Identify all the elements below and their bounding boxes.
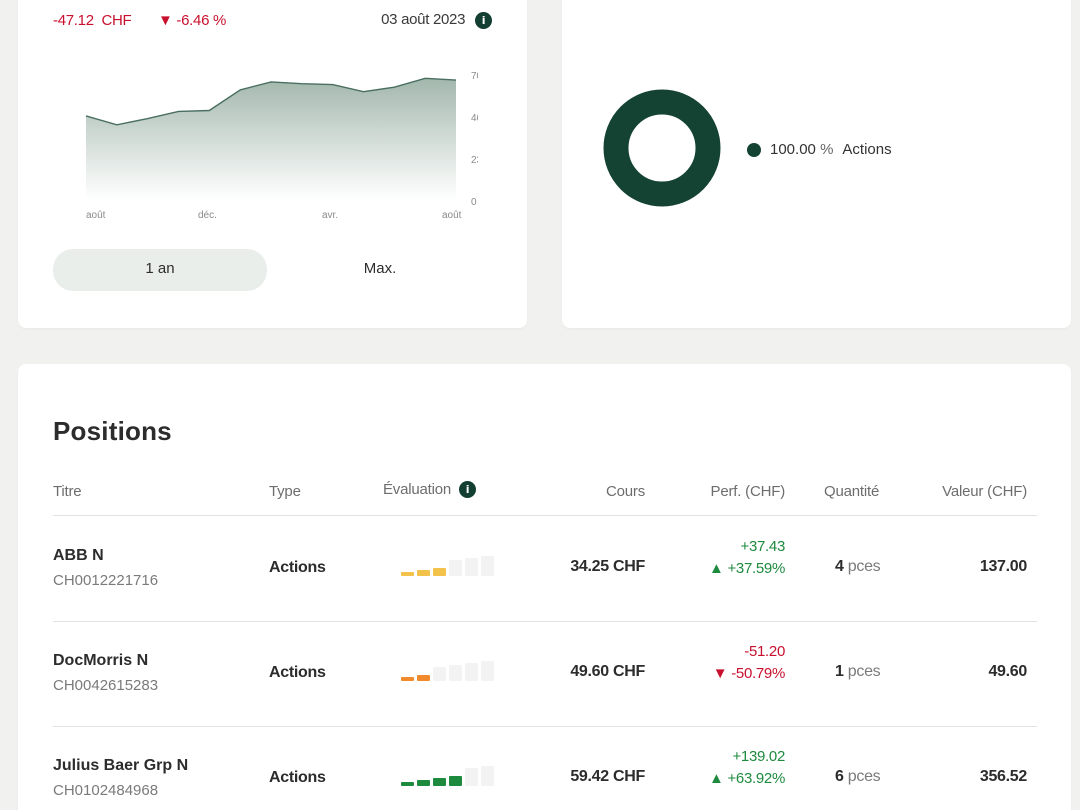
rating-bar-empty bbox=[481, 556, 494, 576]
column-header-type[interactable]: Type bbox=[269, 483, 301, 500]
rating-bar-empty bbox=[449, 665, 462, 681]
y-tick-label: 0 bbox=[471, 197, 477, 208]
info-icon[interactable]: i bbox=[459, 481, 477, 498]
rating-bar-filled bbox=[417, 780, 430, 786]
position-title-cell[interactable]: ABB N CH0012221716 bbox=[53, 547, 158, 589]
position-price: 49.60 CHF bbox=[570, 663, 645, 680]
position-name[interactable]: ABB N bbox=[53, 547, 158, 565]
row-divider bbox=[53, 726, 1037, 727]
position-quantity: 1 pces bbox=[835, 663, 881, 680]
position-value: 356.52 bbox=[979, 768, 1027, 785]
position-title-cell[interactable]: DocMorris N CH0042615283 bbox=[53, 652, 158, 694]
position-isin: CH0102484968 bbox=[53, 782, 159, 799]
position-perf: -51.20 ▼ -50.79% bbox=[712, 643, 786, 682]
y-tick-label: 235 bbox=[471, 155, 478, 166]
rating-bar-filled bbox=[417, 570, 430, 576]
change-percent: -6.46 % bbox=[176, 12, 227, 29]
allocation-legend-item: 100.00 % Actions bbox=[747, 141, 892, 158]
position-value: 49.60 bbox=[988, 663, 1027, 680]
position-type: Actions bbox=[269, 559, 326, 576]
date-label: 03 août 2023 bbox=[381, 11, 466, 28]
rating-bar-filled bbox=[401, 782, 414, 786]
position-price: 59.42 CHF bbox=[570, 768, 645, 785]
x-tick-label: avr. bbox=[322, 210, 338, 221]
change-amount: -47.12 bbox=[53, 12, 94, 29]
rating-bars bbox=[401, 556, 494, 576]
allocation-card: 100.00 % Actions bbox=[562, 0, 1071, 328]
rating-bars bbox=[401, 661, 494, 681]
allocation-donut bbox=[603, 89, 721, 207]
range-max-button[interactable]: Max. bbox=[273, 249, 487, 291]
rating-bars bbox=[401, 766, 494, 786]
position-type: Actions bbox=[269, 664, 326, 681]
rating-bar-empty bbox=[481, 661, 494, 681]
rating-bar-empty bbox=[433, 667, 446, 681]
rating-bar-empty bbox=[465, 558, 478, 576]
down-arrow-icon: ▼ bbox=[712, 665, 728, 682]
position-quantity: 6 pces bbox=[835, 768, 881, 785]
position-name[interactable]: Julius Baer Grp N bbox=[53, 757, 188, 775]
rating-bar-empty bbox=[465, 768, 478, 786]
rating-bar-empty bbox=[481, 766, 494, 786]
y-axis: 704 469 235 0 bbox=[471, 71, 478, 208]
position-name[interactable]: DocMorris N bbox=[53, 652, 158, 670]
rating-bar-filled bbox=[417, 675, 430, 681]
rating-bar-empty bbox=[465, 663, 478, 681]
performance-date: 03 août 2023 i bbox=[381, 11, 492, 29]
position-quantity: 4 pces bbox=[835, 558, 881, 575]
y-tick-label: 704 bbox=[471, 71, 478, 82]
position-price: 34.25 CHF bbox=[570, 558, 645, 575]
column-header-quantity[interactable]: Quantité bbox=[824, 483, 879, 500]
y-tick-label: 469 bbox=[471, 113, 478, 124]
column-header-price[interactable]: Cours bbox=[606, 483, 645, 500]
column-header-title[interactable]: Titre bbox=[53, 483, 82, 500]
x-tick-label: août bbox=[86, 210, 106, 221]
rating-bar-filled bbox=[433, 778, 446, 786]
position-perf: +139.02 ▲ +63.92% bbox=[709, 748, 785, 787]
change-currency: CHF bbox=[101, 12, 132, 29]
positions-card: Positions Titre Type Évaluation i Cours … bbox=[18, 364, 1071, 810]
legend-percent: 100.00 % bbox=[770, 141, 834, 158]
rating-bar-filled bbox=[401, 677, 414, 681]
evaluation-label: Évaluation bbox=[383, 481, 452, 498]
position-title-cell[interactable]: Julius Baer Grp N CH0102484968 bbox=[53, 757, 188, 799]
position-type: Actions bbox=[269, 769, 326, 786]
legend-dot bbox=[747, 142, 761, 157]
column-header-value[interactable]: Valeur (CHF) bbox=[942, 483, 1027, 500]
performance-change-amount: -47.12 CHF bbox=[53, 12, 132, 29]
rating-bar-empty bbox=[449, 560, 462, 576]
position-value: 137.00 bbox=[979, 558, 1027, 575]
positions-title: Positions bbox=[53, 416, 172, 446]
info-icon[interactable]: i bbox=[475, 11, 492, 29]
performance-change-percent: ▼ -6.46 % bbox=[158, 12, 226, 29]
up-arrow-icon: ▲ bbox=[709, 770, 724, 787]
position-isin: CH0012221716 bbox=[53, 572, 159, 589]
down-arrow-icon: ▼ bbox=[158, 12, 173, 29]
x-tick-label: août bbox=[442, 210, 462, 221]
performance-chart: 704 469 235 0 août déc. avr. août bbox=[85, 71, 478, 221]
rating-bar-filled bbox=[401, 572, 414, 576]
position-isin: CH0042615283 bbox=[53, 677, 159, 694]
header-divider bbox=[53, 515, 1037, 516]
legend-label: Actions bbox=[842, 141, 892, 158]
column-header-perf[interactable]: Perf. (CHF) bbox=[711, 483, 786, 500]
chart-area bbox=[86, 78, 456, 200]
rating-bar-filled bbox=[449, 776, 462, 786]
rating-bar-filled bbox=[433, 568, 446, 576]
up-arrow-icon: ▲ bbox=[709, 560, 724, 577]
row-divider bbox=[53, 621, 1037, 622]
position-perf: +37.43 ▲ +37.59% bbox=[709, 538, 785, 577]
x-tick-label: déc. bbox=[198, 210, 217, 221]
donut-slice-actions[interactable] bbox=[603, 89, 721, 207]
range-1y-button[interactable]: 1 an bbox=[53, 249, 267, 291]
column-header-evaluation[interactable]: Évaluation i bbox=[383, 481, 477, 498]
performance-card: -47.12 CHF ▼ -6.46 % 03 août 2023 i 704 4… bbox=[18, 0, 527, 328]
x-axis: août déc. avr. août bbox=[86, 210, 462, 221]
